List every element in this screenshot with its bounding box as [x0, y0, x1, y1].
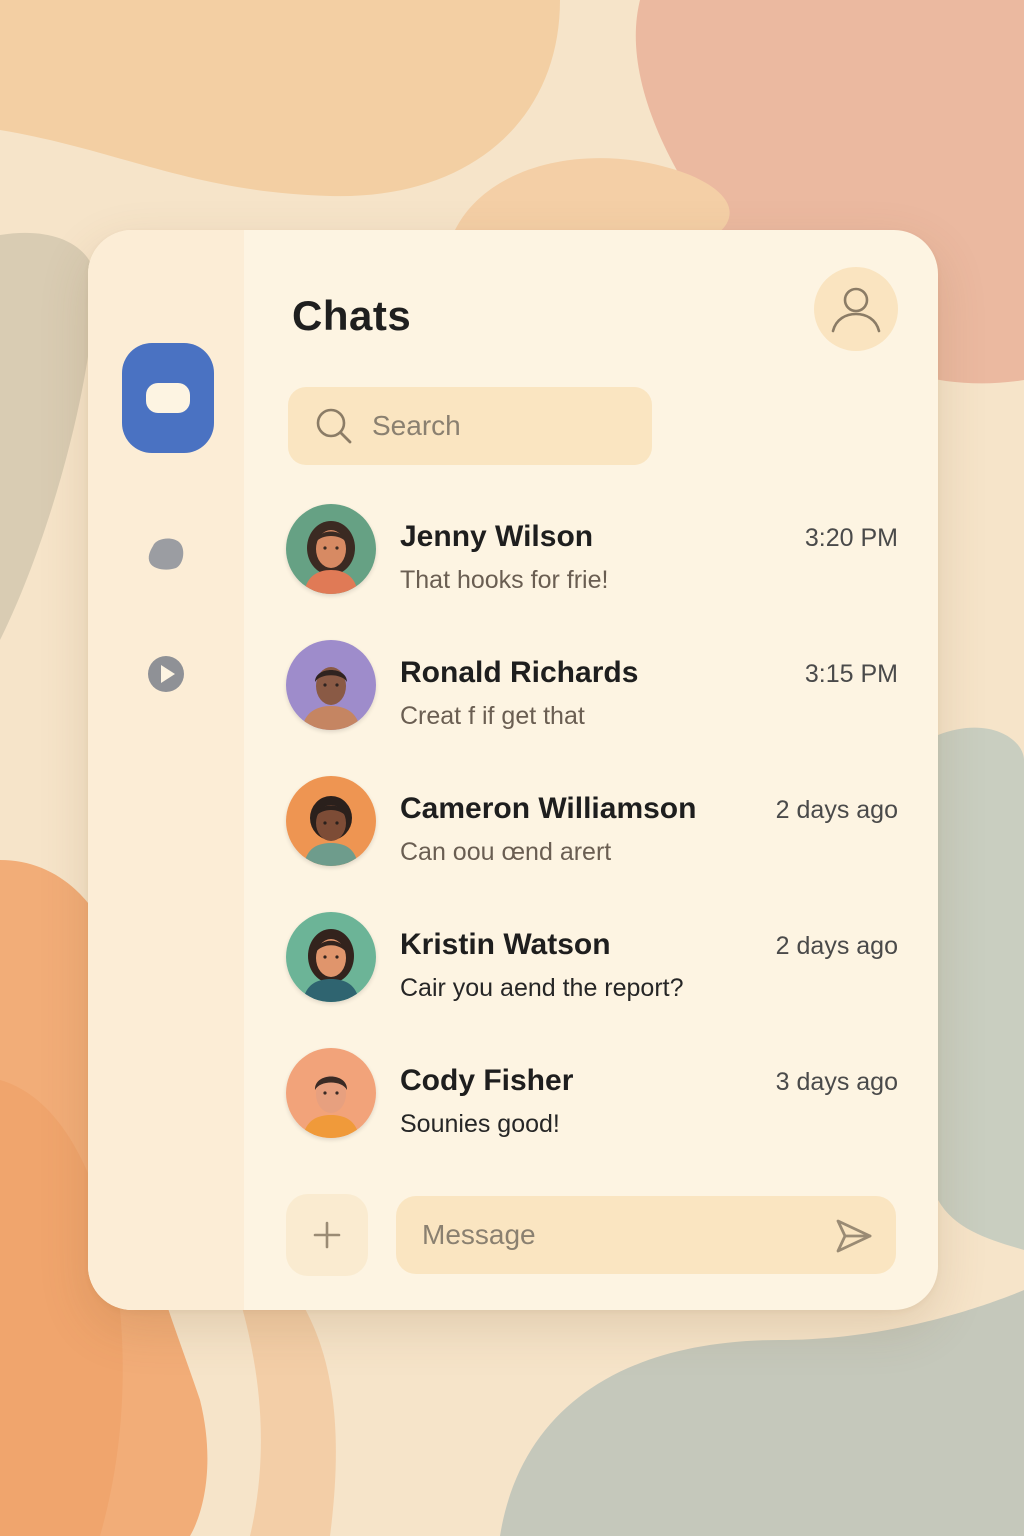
sidebar-item-chats[interactable]	[122, 343, 214, 453]
message-preview: Sounies good!	[400, 1110, 560, 1138]
message-time: 2 days ago	[775, 796, 898, 824]
plus-icon	[313, 1221, 341, 1249]
profile-button[interactable]	[814, 267, 898, 351]
contact-name: Ronald Richards	[400, 656, 639, 689]
message-preview: Creat f if get that	[400, 702, 585, 730]
conversation-row[interactable]: Ronald Richards 3:15 PM Creat f if get t…	[286, 636, 898, 772]
blob-icon	[148, 538, 184, 570]
avatar	[286, 912, 376, 1002]
message-composer	[286, 1194, 898, 1276]
message-time: 3 days ago	[775, 1068, 898, 1096]
page-title: Chats	[292, 292, 412, 339]
add-attachment-button[interactable]	[286, 1194, 368, 1276]
avatar	[286, 776, 376, 866]
contact-name: Kristin Watson	[400, 928, 611, 961]
message-time: 3:15 PM	[804, 660, 898, 688]
search-bar[interactable]	[288, 387, 652, 465]
message-field[interactable]	[396, 1196, 896, 1274]
chat-bubble-icon	[146, 383, 190, 413]
chat-window: Chats Je	[88, 230, 938, 1310]
message-time: 2 days ago	[775, 932, 898, 960]
avatar	[286, 504, 376, 594]
message-preview: Can oou œnd arert	[400, 838, 612, 866]
user-icon	[831, 287, 881, 333]
contact-name: Jenny Wilson	[400, 520, 594, 553]
contact-name: Cameron Williamson	[400, 792, 697, 825]
sidebar	[88, 230, 244, 1310]
message-time: 3:20 PM	[804, 524, 898, 552]
conversation-row[interactable]: Cameron Williamson 2 days ago Can oou œn…	[286, 772, 898, 908]
send-icon[interactable]	[834, 1216, 874, 1256]
search-icon	[316, 408, 352, 444]
sidebar-item-status[interactable]	[146, 536, 186, 572]
conversation-list: Jenny Wilson 3:20 PM That hooks for frie…	[286, 500, 898, 1180]
conversation-row[interactable]: Kristin Watson 2 days ago Cair you aend …	[286, 908, 898, 1044]
search-input[interactable]	[370, 409, 634, 443]
avatar	[286, 1048, 376, 1138]
sidebar-item-media[interactable]	[146, 654, 186, 694]
message-input[interactable]	[420, 1218, 814, 1252]
avatar	[286, 640, 376, 730]
contact-name: Cody Fisher	[400, 1064, 574, 1097]
message-preview: Cair you aend the report?	[400, 974, 684, 1002]
message-preview: That hooks for frie!	[400, 566, 609, 594]
play-icon	[148, 656, 184, 692]
conversation-row[interactable]: Cody Fisher 3 days ago Sounies good!	[286, 1044, 898, 1180]
conversation-row[interactable]: Jenny Wilson 3:20 PM That hooks for frie…	[286, 500, 898, 636]
